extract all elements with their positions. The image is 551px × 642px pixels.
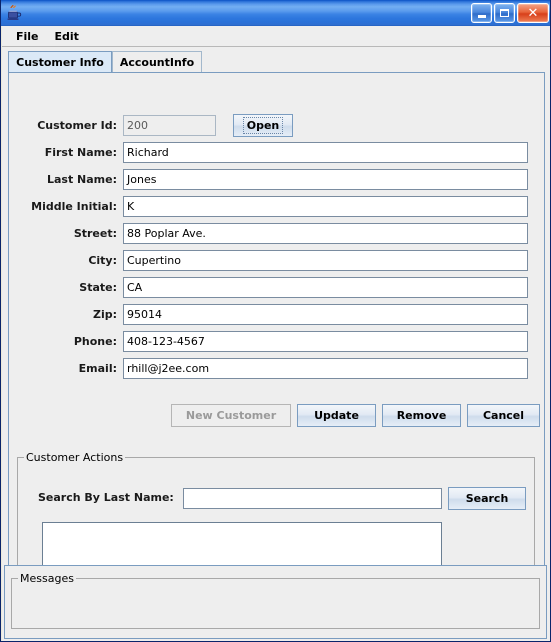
last-name-label: Last Name: — [46, 172, 117, 186]
first-name-field[interactable]: Richard — [123, 141, 528, 163]
email-label: Email: — [78, 361, 117, 375]
customer-id-field[interactable]: 200 — [123, 114, 216, 136]
application-window: ✕ File Edit Customer Info AccountInfo Cu… — [0, 0, 551, 642]
menu-item-file[interactable]: File — [8, 28, 47, 45]
city-label: City: — [88, 253, 117, 267]
tab-customer-info-label: Customer Info — [16, 56, 104, 69]
java-coffee-cup-icon — [5, 4, 23, 22]
new-customer-button-label: New Customer — [185, 409, 277, 422]
window-controls: ✕ — [469, 3, 549, 23]
tab-customer-info[interactable]: Customer Info — [8, 51, 112, 73]
menu-bar: File Edit — [2, 26, 550, 47]
cancel-button-label: Cancel — [482, 409, 525, 422]
maximize-icon — [495, 4, 514, 22]
last-name-field[interactable]: Jones — [123, 168, 528, 190]
update-button[interactable]: Update — [297, 404, 376, 427]
zip-label: Zip: — [92, 307, 117, 321]
close-icon: ✕ — [527, 5, 539, 21]
remove-button[interactable]: Remove — [382, 404, 461, 427]
minimize-button[interactable] — [471, 3, 492, 23]
form-row-zip: Zip: 95014 — [9, 303, 534, 325]
tab-strip: Customer Info AccountInfo — [8, 51, 545, 73]
form-row-middle-initial: Middle Initial: K — [9, 195, 534, 217]
remove-button-label: Remove — [396, 409, 447, 422]
form-row-phone: Phone: 408-123-4567 — [9, 330, 534, 352]
open-button-label: Open — [242, 116, 284, 134]
state-label: State: — [79, 280, 117, 294]
close-button[interactable]: ✕ — [517, 3, 549, 23]
city-field[interactable]: Cupertino — [123, 249, 528, 271]
menu-item-edit[interactable]: Edit — [47, 28, 87, 45]
form-row-last-name: Last Name: Jones — [9, 168, 534, 190]
update-button-label: Update — [314, 409, 359, 422]
messages-panel: Messages — [4, 565, 547, 639]
messages-group: Messages — [11, 572, 540, 629]
minimize-icon — [472, 4, 491, 22]
cancel-button[interactable]: Cancel — [467, 404, 540, 427]
content-area: Customer Info AccountInfo Customer Id: 2… — [2, 47, 550, 641]
middle-initial-label: Middle Initial: — [31, 199, 117, 213]
open-button[interactable]: Open — [233, 113, 293, 137]
new-customer-button[interactable]: New Customer — [171, 404, 291, 427]
email-field[interactable]: rhill@j2ee.com — [123, 357, 528, 379]
form-row-street: Street: 88 Poplar Ave. — [9, 222, 534, 244]
middle-initial-field[interactable]: K — [123, 195, 528, 217]
form-row-first-name: First Name: Richard — [9, 141, 534, 163]
customer-actions-group-title: Customer Actions — [24, 451, 126, 464]
form-row-city: City: Cupertino — [9, 249, 534, 271]
state-field[interactable]: CA — [123, 276, 528, 298]
search-input[interactable] — [183, 488, 442, 509]
phone-field[interactable]: 408-123-4567 — [123, 330, 528, 352]
zip-field[interactable]: 95014 — [123, 303, 528, 325]
street-label: Street: — [73, 226, 117, 240]
search-button-label: Search — [465, 492, 509, 505]
search-by-last-name-label: Search By Last Name: — [38, 491, 174, 504]
customer-id-label: Customer Id: — [37, 118, 117, 132]
form-row-customer-id: Customer Id: 200 Open — [9, 113, 429, 137]
messages-text — [18, 587, 533, 624]
tab-account-info[interactable]: AccountInfo — [112, 51, 202, 73]
first-name-label: First Name: — [44, 145, 117, 159]
phone-label: Phone: — [73, 334, 117, 348]
form-row-email: Email: rhill@j2ee.com — [9, 357, 534, 379]
form-row-state: State: CA — [9, 276, 534, 298]
search-button[interactable]: Search — [448, 487, 526, 510]
customer-info-panel: Customer Id: 200 Open First Name: Richar… — [8, 72, 545, 609]
messages-group-title: Messages — [18, 572, 76, 585]
street-field[interactable]: 88 Poplar Ave. — [123, 222, 528, 244]
title-bar: ✕ — [1, 0, 550, 26]
maximize-button[interactable] — [494, 3, 515, 23]
tab-account-info-label: AccountInfo — [119, 56, 195, 69]
